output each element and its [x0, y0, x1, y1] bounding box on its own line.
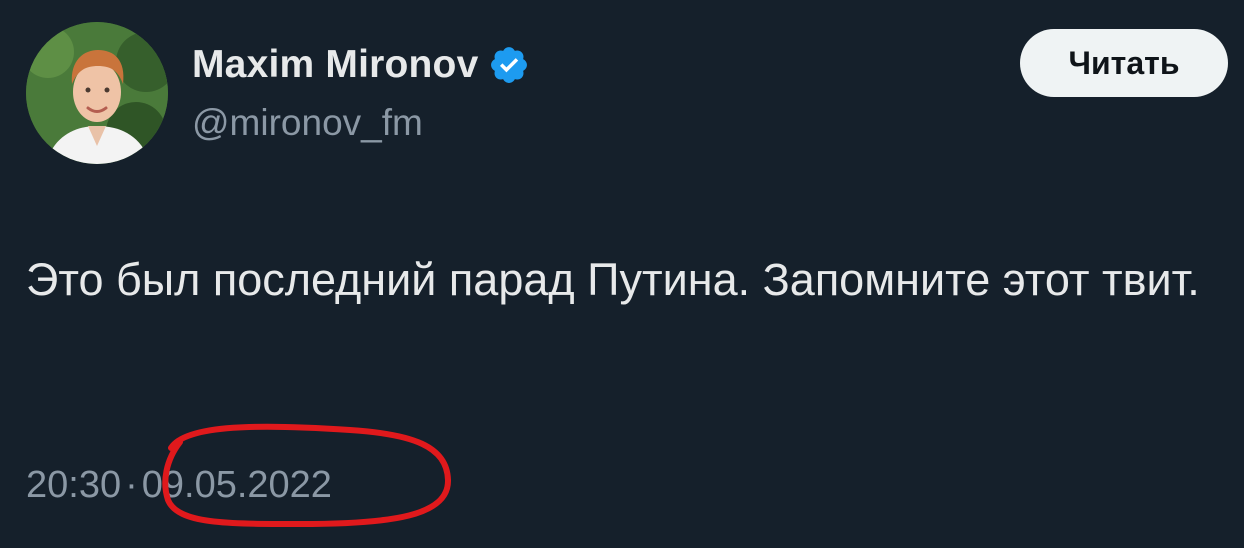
tweet-date[interactable]: 09.05.2022 — [142, 464, 332, 506]
author-display-name[interactable]: Maxim Mironov — [192, 43, 478, 87]
tweet-timestamp: 20:30 · 09.05.2022 — [26, 464, 332, 507]
verified-badge-icon — [488, 44, 530, 86]
avatar[interactable] — [26, 22, 168, 164]
tweet-text: Это был последний парад Путина. Запомнит… — [26, 254, 1200, 305]
tweet-card: Maxim Mironov @mironov_fm Читать Это был… — [0, 0, 1244, 548]
author-name-row: Maxim Mironov — [192, 40, 530, 90]
follow-button[interactable]: Читать — [1020, 29, 1228, 97]
tweet-time[interactable]: 20:30 — [26, 464, 121, 506]
author-handle[interactable]: @mironov_fm — [192, 102, 423, 144]
avatar-photo-icon — [26, 22, 168, 164]
meta-separator: · — [125, 464, 138, 506]
